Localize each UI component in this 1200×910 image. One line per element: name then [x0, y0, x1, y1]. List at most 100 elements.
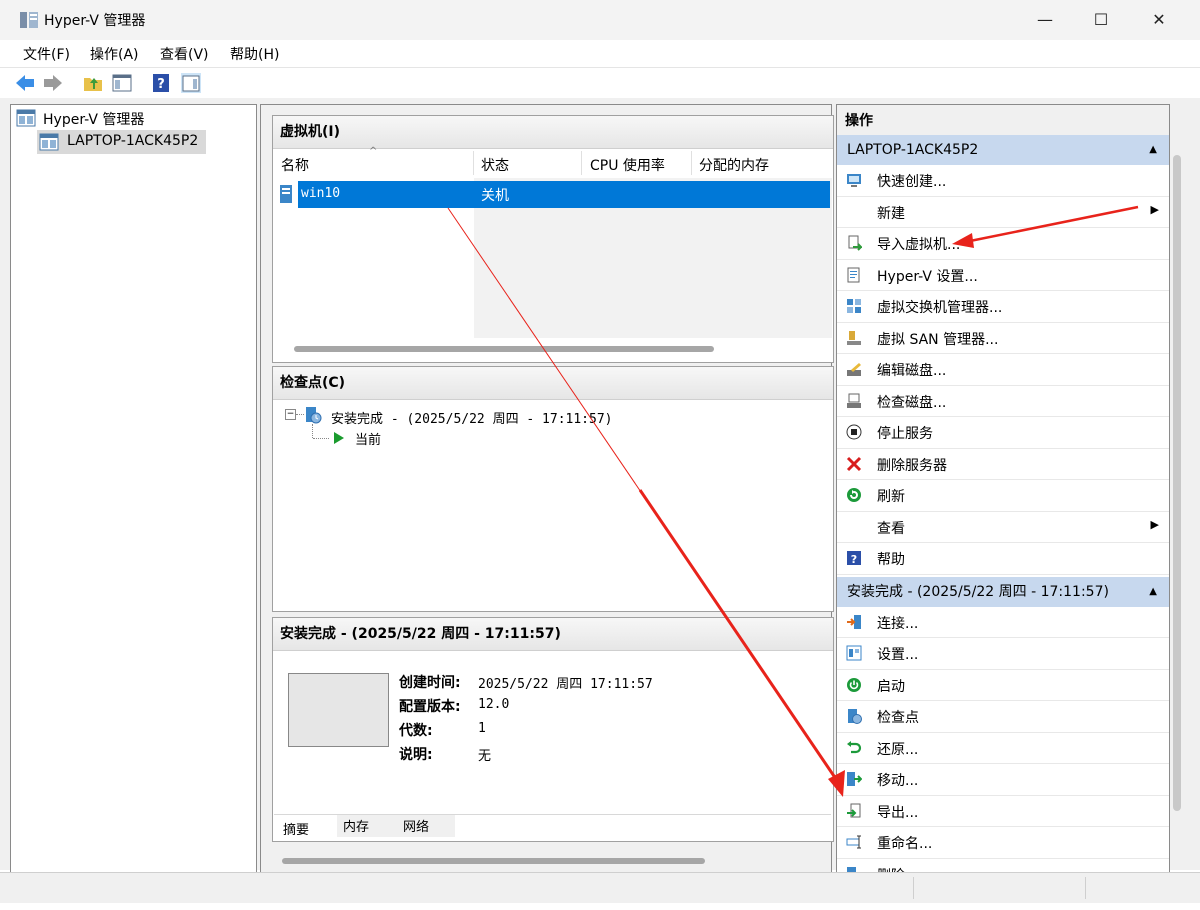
menu-action[interactable]: 操作(A)	[90, 44, 139, 64]
col-cpu[interactable]: CPU 使用率	[590, 155, 665, 175]
svg-text:?: ?	[157, 77, 165, 92]
power-on-icon	[847, 677, 861, 692]
back-arrow-icon[interactable]	[14, 72, 36, 94]
detail-value-config-version: 12.0	[478, 697, 510, 712]
menu-file[interactable]: 文件(F)	[23, 44, 70, 64]
center-horizontal-scrollbar[interactable]	[282, 858, 705, 864]
menu-bar: 文件(F) 操作(A) 查看(V) 帮助(H)	[0, 40, 1200, 68]
col-divider	[581, 151, 582, 175]
vm-row-win10[interactable]: win10 关机	[274, 181, 830, 209]
action-label: 虚拟 SAN 管理器...	[877, 331, 999, 348]
action-label: 检查磁盘...	[877, 394, 947, 411]
forward-arrow-icon[interactable]	[42, 72, 64, 94]
action-connect[interactable]: 连接...	[837, 607, 1169, 638]
vm-panel: 虚拟机(I) 名称 ^ 状态 CPU 使用率 分配的内存 win10 关机	[272, 115, 834, 363]
checkpoint-item-label[interactable]: 安装完成 - (2025/5/22 周四 - 17:11:57)	[331, 408, 613, 427]
submenu-arrow-icon: ▶	[1150, 202, 1159, 216]
collapse-toggle-icon[interactable]: −	[285, 409, 296, 420]
action-quick-create[interactable]: 快速创建...	[837, 165, 1169, 197]
action-export[interactable]: 导出...	[837, 796, 1169, 827]
virtual-san-icon	[847, 330, 861, 345]
action-label: 刷新	[877, 489, 905, 505]
rename-icon	[846, 835, 861, 849]
menu-help[interactable]: 帮助(H)	[230, 44, 279, 64]
action-checkpoint[interactable]: 检查点	[837, 701, 1169, 733]
maximize-button[interactable]: ☐	[1072, 0, 1130, 40]
action-start[interactable]: 启动	[837, 670, 1169, 701]
virtual-switch-icon	[847, 299, 861, 313]
tab-network[interactable]: 网络	[403, 816, 429, 835]
action-vsan-manager[interactable]: 虚拟 SAN 管理器...	[837, 323, 1169, 354]
import-vm-icon	[848, 235, 862, 251]
refresh-icon	[847, 488, 861, 502]
settings-document-icon	[847, 267, 860, 282]
tab-memory[interactable]: 内存	[343, 816, 369, 835]
tree-host-label: LAPTOP-1ACK45P2	[67, 133, 199, 149]
tree-host-item[interactable]: LAPTOP-1ACK45P2	[37, 130, 206, 154]
action-label: 重命名...	[877, 836, 933, 852]
vm-horizontal-scrollbar[interactable]	[294, 346, 714, 352]
detail-value-created: 2025/5/22 周四 17:11:57	[478, 677, 653, 692]
play-current-icon	[334, 432, 344, 444]
vm-row-highlight	[298, 181, 830, 208]
help-icon[interactable]: ?	[150, 72, 172, 94]
show-hide-tree-icon[interactable]	[111, 72, 133, 94]
checkpoint-icon	[306, 407, 322, 424]
action-label: 虚拟交换机管理器...	[877, 300, 1003, 316]
sort-ascending-icon: ^	[369, 146, 378, 157]
vm-panel-title: 虚拟机(I)	[273, 116, 833, 149]
action-label: 导入虚拟机...	[877, 237, 961, 253]
menu-view[interactable]: 查看(V)	[160, 44, 209, 64]
minimize-button[interactable]: —	[1016, 0, 1074, 40]
inspect-disk-icon	[847, 393, 861, 408]
vm-settings-icon	[846, 645, 862, 661]
col-name[interactable]: 名称	[281, 155, 309, 175]
show-hide-action-pane-icon[interactable]	[180, 72, 202, 94]
action-view[interactable]: 查看 ▶	[837, 512, 1169, 543]
action-label: 编辑磁盘...	[877, 363, 947, 379]
collapse-up-icon[interactable]: ▲	[1149, 577, 1157, 607]
detail-label-generation: 代数:	[399, 723, 433, 739]
tab-summary[interactable]: 摘要	[283, 819, 309, 838]
action-label: 删除服务器	[877, 457, 947, 474]
connect-icon	[847, 614, 861, 629]
window-title: Hyper-V 管理器	[44, 13, 146, 29]
col-state[interactable]: 状态	[481, 155, 509, 175]
action-vswitch-manager[interactable]: 虚拟交换机管理器...	[837, 291, 1169, 323]
vm-thumbnail	[288, 673, 389, 747]
actions-host-section[interactable]: LAPTOP-1ACK45P2 ▲	[837, 135, 1169, 165]
action-move[interactable]: 移动...	[837, 764, 1169, 796]
tree-connector	[296, 414, 304, 415]
actions-scrollbar[interactable]	[1173, 155, 1181, 811]
checkpoint-panel-title: 检查点(C)	[273, 367, 833, 400]
action-rename[interactable]: 重命名...	[837, 827, 1169, 859]
action-refresh[interactable]: 刷新	[837, 480, 1169, 512]
actions-title: 操作	[837, 105, 1169, 135]
action-hyperv-settings[interactable]: Hyper-V 设置...	[837, 260, 1169, 291]
close-button[interactable]: ✕	[1130, 0, 1188, 40]
help-icon: ?	[847, 551, 861, 566]
col-divider	[473, 151, 474, 175]
action-remove-server[interactable]: 删除服务器	[837, 449, 1169, 480]
action-edit-disk[interactable]: 编辑磁盘...	[837, 354, 1169, 386]
tree-root-label[interactable]: Hyper-V 管理器	[43, 109, 144, 129]
action-label: 查看	[877, 520, 905, 537]
collapse-up-icon[interactable]: ▲	[1149, 135, 1157, 165]
action-help[interactable]: ? 帮助	[837, 543, 1169, 575]
actions-pane: 操作 LAPTOP-1ACK45P2 ▲ 快速创建... 新建 ▶ 导入虚拟机.…	[836, 104, 1181, 890]
actions-checkpoint-section-label: 安装完成 - (2025/5/22 周四 - 17:11:57)	[847, 583, 1109, 600]
action-stop-service[interactable]: 停止服务	[837, 417, 1169, 449]
detail-label-created: 创建时间:	[399, 675, 461, 691]
up-folder-icon[interactable]	[82, 72, 104, 94]
col-memory[interactable]: 分配的内存	[699, 155, 769, 175]
checkpoint-icon	[848, 709, 862, 724]
tree-connector	[313, 438, 329, 439]
checkpoint-current-label[interactable]: 当前	[355, 429, 381, 448]
action-import-vm[interactable]: 导入虚拟机...	[837, 228, 1169, 260]
action-settings[interactable]: 设置...	[837, 638, 1169, 670]
actions-checkpoint-section[interactable]: 安装完成 - (2025/5/22 周四 - 17:11:57) ▲	[837, 576, 1169, 607]
action-revert[interactable]: 还原...	[837, 733, 1169, 764]
action-label: 帮助	[877, 552, 905, 568]
action-inspect-disk[interactable]: 检查磁盘...	[837, 386, 1169, 417]
action-new[interactable]: 新建 ▶	[837, 197, 1169, 228]
